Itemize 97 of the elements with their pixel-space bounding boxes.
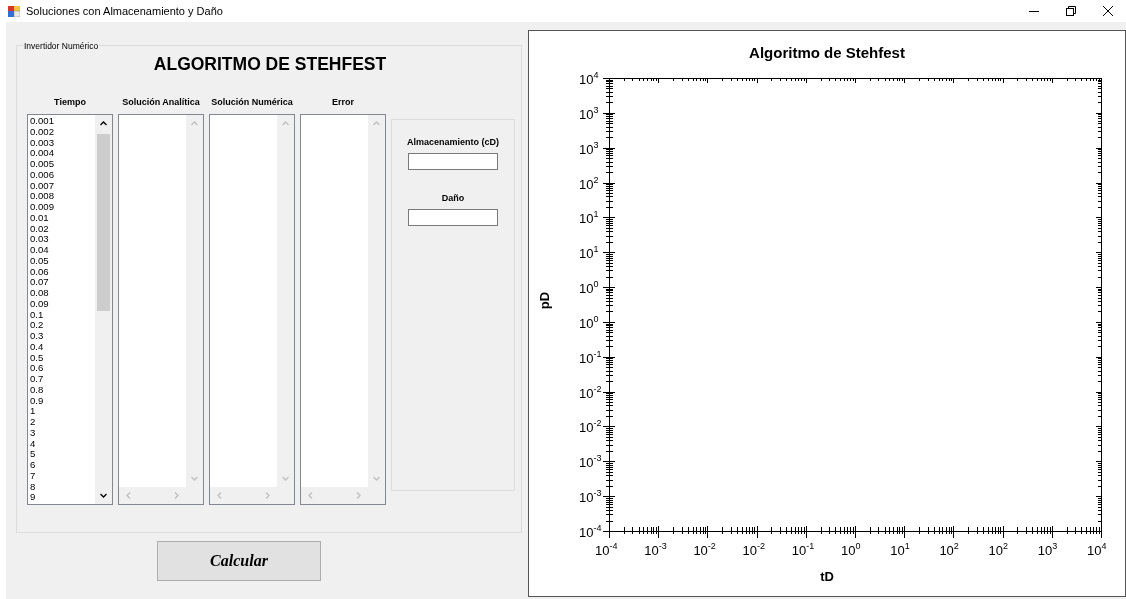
tick-label: 10$^{-4}$ <box>595 544 618 558</box>
list-item[interactable]: 0.007 <box>30 180 93 192</box>
list-item[interactable]: 0.08 <box>30 288 93 299</box>
list-item[interactable]: 0.5 <box>30 352 93 364</box>
list-item[interactable]: 0.9 <box>30 395 93 407</box>
chevron-right-icon[interactable] <box>355 492 362 499</box>
tick-label: 10$^{-2}$ <box>579 421 602 436</box>
list-item[interactable]: 0.004 <box>30 148 93 159</box>
tick-label: 10$^{2}$ <box>939 544 959 558</box>
tick-label: 10$^{-4}$ <box>579 526 602 540</box>
list-item[interactable]: 3 <box>30 427 93 439</box>
column-header: Solución Analítica <box>122 96 200 109</box>
chevron-left-icon[interactable] <box>216 492 223 499</box>
tick-label: 10$^{1}$ <box>579 247 599 262</box>
tick-label: 10$^{0}$ <box>841 544 861 558</box>
list-item[interactable]: 0.04 <box>30 245 93 256</box>
list-item[interactable]: 0.003 <box>30 137 93 149</box>
list-item[interactable]: 0.01 <box>30 212 93 224</box>
tick-label: 10$^{-2}$ <box>693 544 716 558</box>
column-header: Solución Numérica <box>211 96 293 109</box>
column-header: Tiempo <box>54 96 86 109</box>
tick-label: 10$^{2}$ <box>988 544 1009 558</box>
tick-label: 10$^{3}$ <box>579 107 599 122</box>
tick-label: 10$^{-1}$ <box>579 351 602 366</box>
list-item[interactable]: 0.05 <box>30 255 93 267</box>
window-title: Soluciones con Almacenamiento y Daño <box>26 5 224 17</box>
tick-label: 10$^{-3}$ <box>644 544 667 558</box>
tick-label: 10$^{-3}$ <box>579 491 602 506</box>
list-box[interactable]: 0.001 0.002 0.003 0.004 0.005 0.006 0.007 0.008 0.009 0.01 0.02 0.03 0.04 0.05 0.06 0.07 0.08 0.09 0.1 0.2 0.3 0.4 0.5 0.6 0.7 0.8 0.9 1 2 3 4 5 6 7 8 9 <box>27 114 113 505</box>
list-item[interactable]: 0.008 <box>30 191 93 202</box>
horizontal-scrollbar[interactable] <box>210 487 277 504</box>
chevron-right-icon[interactable] <box>173 492 180 499</box>
minimize-icon[interactable] <box>1028 10 1039 12</box>
list-item[interactable]: 0.06 <box>30 266 93 278</box>
list-item[interactable]: 9 <box>30 492 93 503</box>
tick-label: 10$^{2}$ <box>579 177 599 192</box>
tick-label: 10$^{-1}$ <box>791 544 815 558</box>
axis-label: tD <box>820 569 834 584</box>
list-item[interactable]: 0.07 <box>30 277 93 288</box>
field-label: Daño <box>441 193 465 205</box>
list-item[interactable]: 0.8 <box>30 384 93 396</box>
tick-label: 10$^{0}$ <box>579 316 599 331</box>
close-icon[interactable] <box>1102 6 1113 16</box>
tick-label: 10$^{-2}$ <box>579 386 602 401</box>
tick-label: 10$^{4}$ <box>1087 544 1107 558</box>
horizontal-scrollbar[interactable] <box>301 487 368 504</box>
list-item[interactable]: 6 <box>30 460 93 471</box>
tick-label: 10$^{-3}$ <box>579 456 602 471</box>
list-box[interactable] <box>209 114 295 505</box>
list-item[interactable]: 0.6 <box>30 363 93 374</box>
chevron-left-icon[interactable] <box>125 492 132 499</box>
list-item[interactable]: 0.1 <box>30 309 93 321</box>
tick-label: 10$^{1}$ <box>579 212 599 227</box>
vertical-scrollbar[interactable] <box>95 115 112 504</box>
list-item[interactable]: 0.002 <box>30 126 93 138</box>
list-item[interactable]: 0.001 <box>30 116 93 127</box>
calculate-button[interactable]: Calcular <box>157 541 321 581</box>
list-item[interactable]: 0.09 <box>30 298 93 310</box>
scroll-thumb[interactable] <box>97 134 110 311</box>
chevron-down-icon[interactable] <box>100 492 107 499</box>
list-item[interactable]: 1 <box>30 406 93 417</box>
column-header: Error <box>332 96 354 109</box>
tick-label: 10$^{4}$ <box>579 73 599 87</box>
tick-label: 10$^{3}$ <box>1037 544 1058 558</box>
chevron-right-icon[interactable] <box>264 492 271 499</box>
restore-icon[interactable] <box>1065 6 1076 16</box>
list-item[interactable]: 8 <box>30 481 93 493</box>
tick-label: 10$^{1}$ <box>890 544 910 558</box>
chart-title: Algoritmo de Stehfest <box>749 44 905 61</box>
tick-label: 10$^{3}$ <box>579 142 599 157</box>
list-box[interactable] <box>118 114 204 505</box>
list-box[interactable] <box>300 114 386 505</box>
app-icon <box>8 5 20 17</box>
list-item[interactable]: 4 <box>30 438 93 450</box>
list-item[interactable]: 0.7 <box>30 374 93 385</box>
heading: ALGORITMO DE STEHFEST <box>153 54 387 74</box>
axis-label: pD <box>537 291 553 310</box>
input-field[interactable] <box>408 209 498 226</box>
tick-label: 10$^{0}$ <box>579 282 599 297</box>
list-item[interactable]: 0.005 <box>30 159 93 170</box>
list-item[interactable]: 0.2 <box>30 320 93 331</box>
list-item[interactable]: 2 <box>30 417 93 428</box>
tick-label: 10$^{-2}$ <box>742 544 766 558</box>
group-label: Invertidor Numérico <box>23 41 100 51</box>
list-item[interactable]: 0.3 <box>30 331 93 342</box>
list-item[interactable]: 7 <box>30 470 93 482</box>
chevron-up-icon[interactable] <box>100 120 107 127</box>
field-label: Almacenamiento (cD) <box>407 137 499 149</box>
input-field[interactable] <box>408 153 498 170</box>
list-item[interactable]: 0.03 <box>30 234 93 245</box>
chevron-left-icon[interactable] <box>307 492 314 499</box>
list-item[interactable]: 0.009 <box>30 202 93 213</box>
list-item[interactable]: 5 <box>30 449 93 460</box>
list-item[interactable]: 0.006 <box>30 169 93 181</box>
horizontal-scrollbar[interactable] <box>119 487 186 504</box>
list-item[interactable]: 0.4 <box>30 341 93 353</box>
list-item[interactable]: 0.02 <box>30 223 93 235</box>
